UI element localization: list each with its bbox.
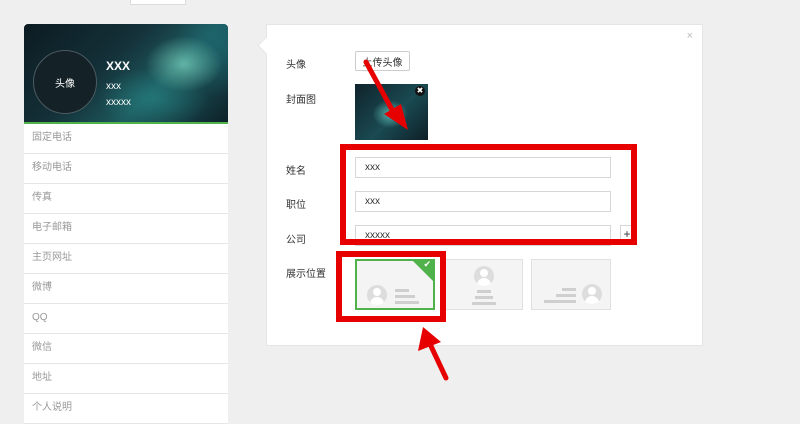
annotation-arrow-cover	[363, 59, 408, 130]
annotation-arrow-display	[418, 327, 449, 381]
annotation-arrows	[363, 59, 449, 381]
